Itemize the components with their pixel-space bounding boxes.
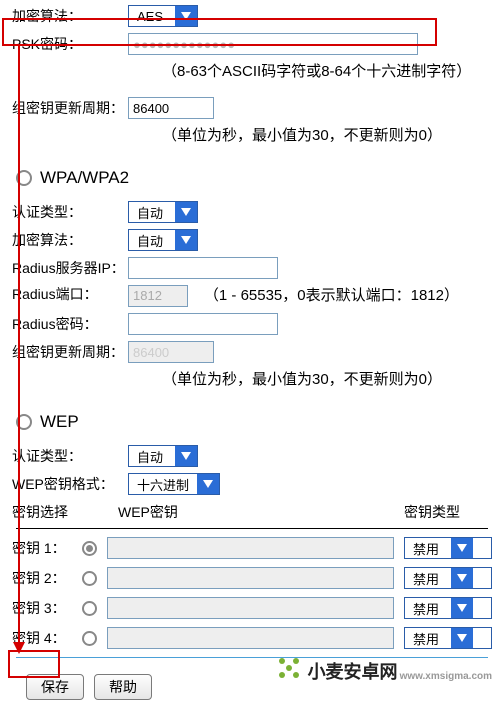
- group-key-row: 组密钥更新周期：: [12, 96, 492, 120]
- cipher-algorithm-row: 加密算法： AES: [12, 4, 492, 28]
- group-key-input[interactable]: [128, 97, 214, 119]
- wep-key3-type-select[interactable]: 禁用: [404, 597, 492, 619]
- radius-ip-row: Radius服务器IP：: [12, 256, 492, 280]
- chevron-down-icon: [451, 628, 473, 648]
- chevron-down-icon: [175, 230, 197, 250]
- wpa-cipher-label: 加密算法：: [12, 230, 128, 250]
- wep-section-header[interactable]: WEP: [16, 412, 492, 432]
- wpa-auth-select[interactable]: 自动: [128, 201, 198, 223]
- psk-password-input[interactable]: [128, 33, 418, 55]
- cipher-algorithm-label: 加密算法：: [12, 6, 128, 26]
- wpa-cipher-value: 自动: [129, 230, 175, 250]
- radius-ip-label: Radius服务器IP：: [12, 258, 128, 278]
- radius-pwd-input[interactable]: [128, 313, 278, 335]
- wep-fmt-label: WEP密钥格式：: [12, 474, 128, 494]
- cipher-algorithm-select[interactable]: AES: [128, 5, 198, 27]
- wpa-auth-label: 认证类型：: [12, 202, 128, 222]
- group-key-label: 组密钥更新周期：: [12, 98, 128, 118]
- wep-key2-type-select[interactable]: 禁用: [404, 567, 492, 589]
- wep-radio[interactable]: [16, 414, 32, 430]
- wpa-cipher-row: 加密算法： 自动: [12, 228, 492, 252]
- psk-password-row: PSK密码：: [12, 32, 492, 56]
- chevron-down-icon: [175, 446, 197, 466]
- help-button[interactable]: 帮助: [94, 674, 152, 700]
- wep-key4-label: 密钥 4：: [12, 628, 72, 648]
- chevron-down-icon: [451, 568, 473, 588]
- wep-key2-label: 密钥 2：: [12, 568, 72, 588]
- wep-key1-radio[interactable]: [82, 541, 97, 556]
- watermark-logo-icon: [276, 655, 302, 686]
- wep-key4-row: 密钥 4： 禁用: [12, 627, 492, 649]
- wep-key4-input[interactable]: [107, 627, 394, 649]
- radius-pwd-row: Radius密码：: [12, 312, 492, 336]
- wep-auth-select[interactable]: 自动: [128, 445, 198, 467]
- wep-key-header: 密钥选择 WEP密钥 密钥类型: [12, 502, 492, 522]
- wep-fmt-select[interactable]: 十六进制: [128, 473, 220, 495]
- wpa-group-key-row: 组密钥更新周期：: [12, 340, 492, 364]
- save-button[interactable]: 保存: [26, 674, 84, 700]
- psk-hint: （8-63个ASCII码字符或8-64个十六进制字符）: [162, 60, 492, 84]
- wep-title: WEP: [40, 412, 79, 432]
- wpa-auth-row: 认证类型： 自动: [12, 200, 492, 224]
- wpa-auth-value: 自动: [129, 202, 175, 222]
- chevron-down-icon: [451, 598, 473, 618]
- wep-key1-label: 密钥 1：: [12, 538, 72, 558]
- wep-key3-radio[interactable]: [82, 601, 97, 616]
- wep-key2-row: 密钥 2： 禁用: [12, 567, 492, 589]
- wep-key3-row: 密钥 3： 禁用: [12, 597, 492, 619]
- wep-key2-type-value: 禁用: [405, 568, 451, 588]
- wpa-section-header[interactable]: WPA/WPA2: [16, 168, 492, 188]
- wep-auth-row: 认证类型： 自动: [12, 444, 492, 468]
- wep-key1-input[interactable]: [107, 537, 394, 559]
- chevron-down-icon: [175, 202, 197, 222]
- wep-key2-radio[interactable]: [82, 571, 97, 586]
- chevron-down-icon: [175, 6, 197, 26]
- radius-port-input[interactable]: [128, 285, 188, 307]
- watermark-sub: www.xmsigma.com: [400, 671, 492, 682]
- wep-header-select: 密钥选择: [12, 502, 118, 522]
- wep-key1-type-select[interactable]: 禁用: [404, 537, 492, 559]
- wpa-group-key-input[interactable]: [128, 341, 214, 363]
- wep-key3-type-value: 禁用: [405, 598, 451, 618]
- radius-port-row: Radius端口： （1 - 65535，0表示默认端口：1812）: [12, 284, 492, 308]
- wep-auth-label: 认证类型：: [12, 446, 128, 466]
- wep-key4-type-value: 禁用: [405, 628, 451, 648]
- radius-port-hint: （1 - 65535，0表示默认端口：1812）: [204, 287, 459, 304]
- wep-key2-input[interactable]: [107, 567, 394, 589]
- watermark-name: 小麦安卓网: [308, 658, 398, 684]
- cipher-algorithm-value: AES: [129, 6, 175, 26]
- wep-key1-row: 密钥 1： 禁用: [12, 537, 492, 559]
- wep-header-type: 密钥类型: [404, 502, 492, 522]
- wpa-cipher-select[interactable]: 自动: [128, 229, 198, 251]
- wep-header-key: WEP密钥: [118, 502, 404, 522]
- radius-pwd-label: Radius密码：: [12, 314, 128, 334]
- psk-password-label: PSK密码：: [12, 34, 128, 54]
- wep-fmt-value: 十六进制: [129, 474, 197, 494]
- chevron-down-icon: [197, 474, 219, 494]
- wpa-group-key-label: 组密钥更新周期：: [12, 342, 128, 362]
- settings-form: 加密算法： AES PSK密码： （8-63个ASCII码字符或8-64个十六进…: [0, 0, 500, 720]
- wep-key3-input[interactable]: [107, 597, 394, 619]
- wep-key1-type-value: 禁用: [405, 538, 451, 558]
- wep-key4-type-select[interactable]: 禁用: [404, 627, 492, 649]
- wep-key3-label: 密钥 3：: [12, 598, 72, 618]
- wep-key4-radio[interactable]: [82, 631, 97, 646]
- watermark: 小麦安卓网 www.xmsigma.com: [276, 655, 492, 686]
- group-key-hint: （单位为秒，最小值为30，不更新则为0）: [162, 124, 492, 148]
- wpa-radio[interactable]: [16, 170, 32, 186]
- radius-port-label: Radius端口：: [12, 284, 128, 304]
- radius-ip-input[interactable]: [128, 257, 278, 279]
- wpa-group-key-hint: （单位为秒，最小值为30，不更新则为0）: [162, 368, 492, 392]
- divider: [16, 528, 488, 529]
- wep-fmt-row: WEP密钥格式： 十六进制: [12, 472, 492, 496]
- wep-auth-value: 自动: [129, 446, 175, 466]
- wpa-title: WPA/WPA2: [40, 168, 129, 188]
- chevron-down-icon: [451, 538, 473, 558]
